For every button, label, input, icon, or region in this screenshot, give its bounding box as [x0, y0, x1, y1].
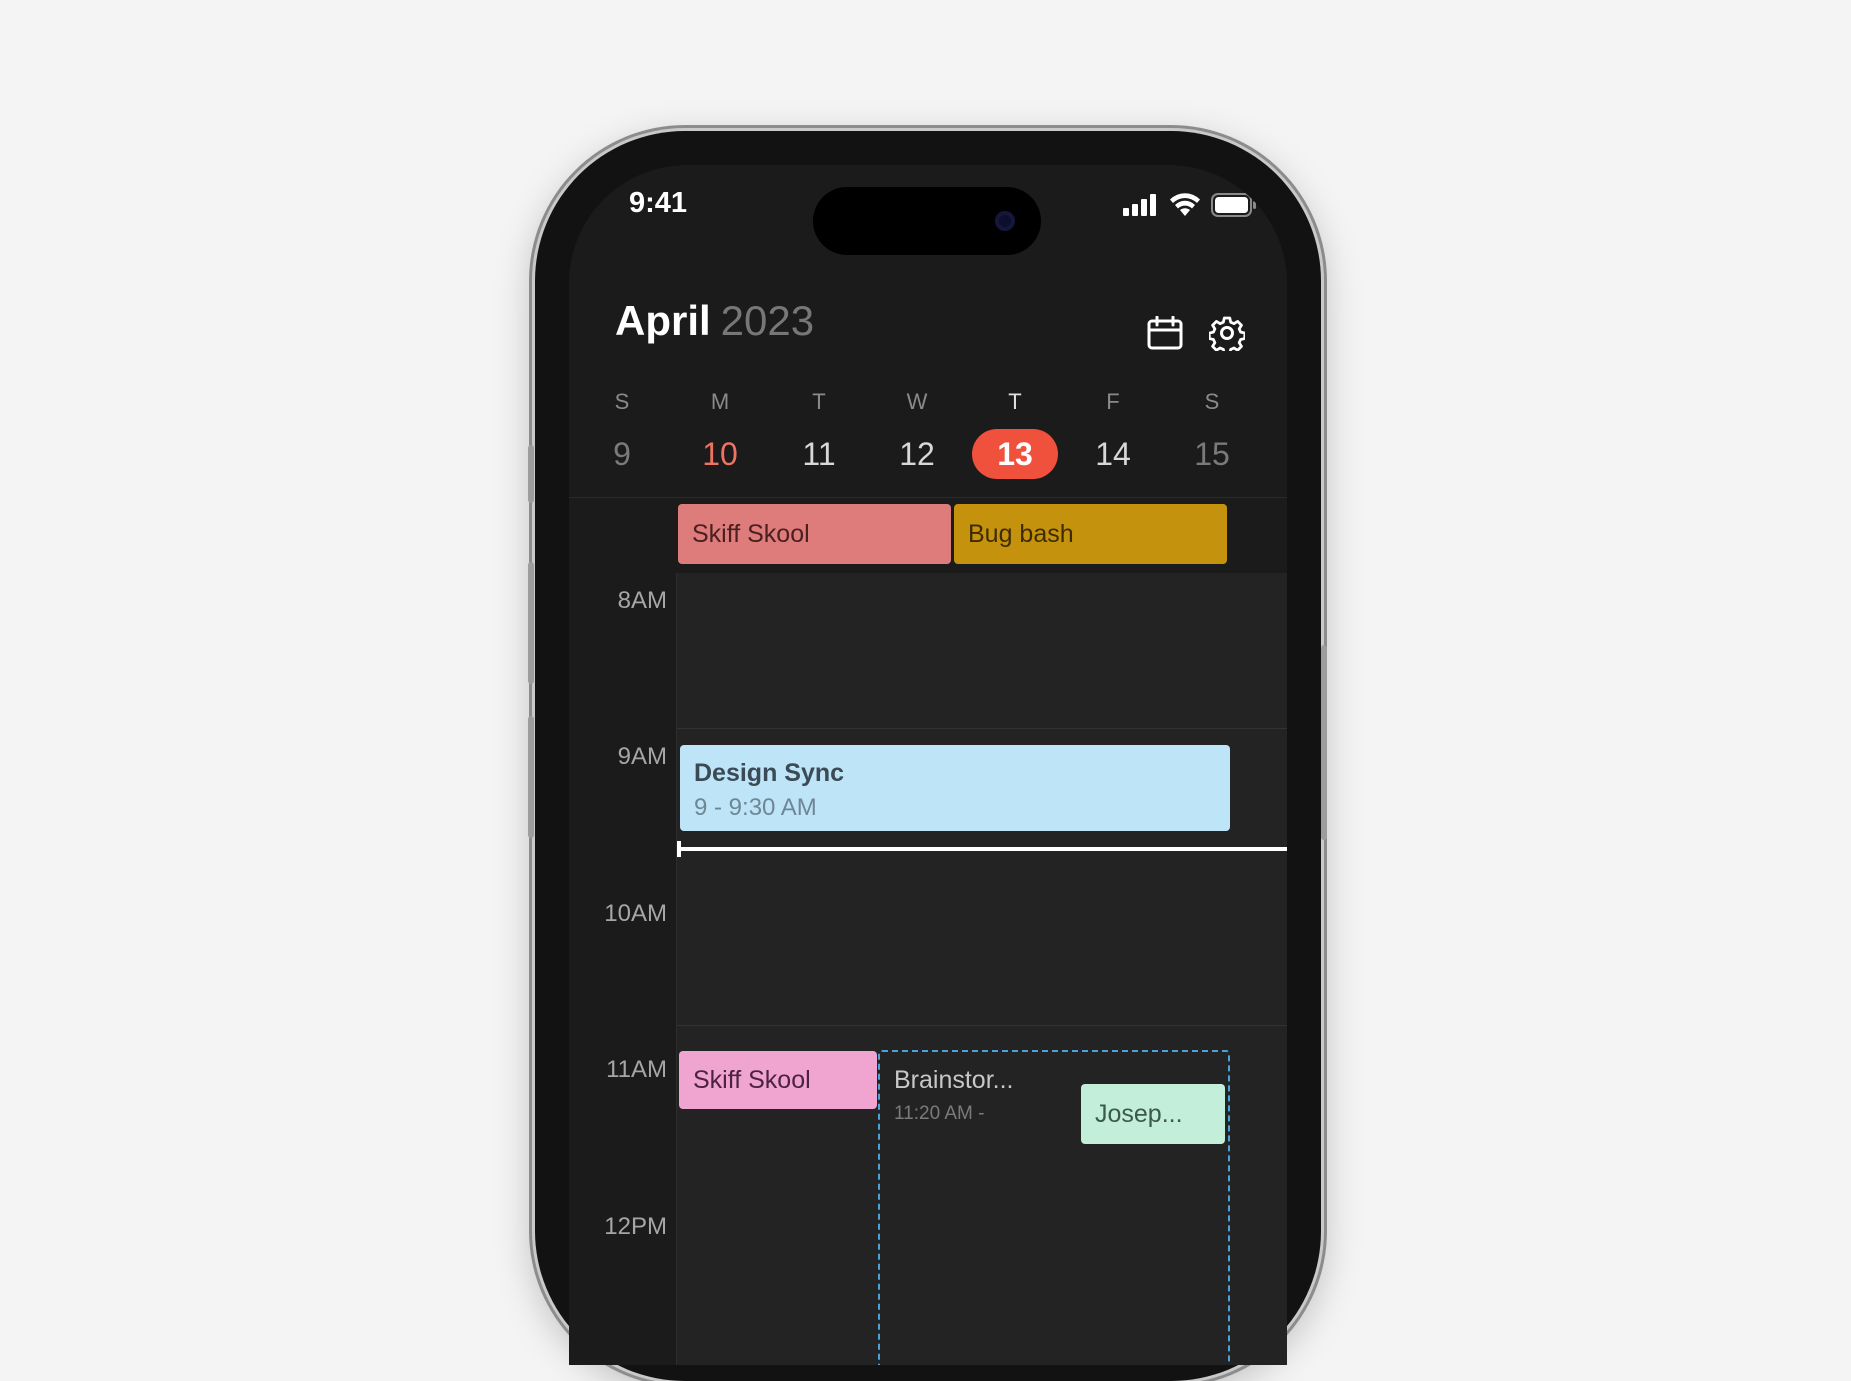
day-date: 15: [1194, 436, 1230, 472]
day-letter: F: [1106, 389, 1120, 414]
gear-icon: [1209, 316, 1245, 351]
day-sunday[interactable]: S 9: [573, 385, 671, 495]
hour-label: 9AM: [617, 743, 667, 770]
power-button: [1321, 645, 1327, 840]
day-letter: T: [812, 389, 826, 414]
status-bar: 9:41: [569, 165, 1287, 255]
day-letter: M: [710, 389, 730, 414]
day-friday[interactable]: F 14: [1064, 385, 1162, 495]
event-joseph[interactable]: Josep...: [1081, 1084, 1225, 1144]
day-letter: S: [614, 389, 630, 414]
current-time-indicator: [677, 841, 1287, 857]
day-tuesday[interactable]: T 11: [770, 385, 868, 495]
event-skiff-skool[interactable]: Skiff Skool: [679, 1051, 877, 1109]
week-strip: S 9 M 10 T 11 W 12 T 13 F 14 S 15: [569, 385, 1287, 495]
hour-label: 11AM: [606, 1056, 667, 1083]
hour-label: 10AM: [604, 900, 667, 927]
time-gutter: [569, 573, 676, 1365]
calendar-icon: [1147, 316, 1183, 350]
calendar-view-button[interactable]: [1143, 311, 1187, 355]
settings-button[interactable]: [1205, 311, 1249, 355]
page-title: April 2023: [615, 297, 814, 345]
all-day-event-bug-bash[interactable]: Bug bash: [954, 504, 1227, 564]
action-button: [528, 445, 534, 503]
day-date: 11: [802, 436, 836, 472]
phone-screen: 9:41 April 2023 S 9 M 10 T 11 W 12 T 13 …: [569, 165, 1287, 1365]
hour-label: 12PM: [604, 1213, 667, 1240]
current-time-marker: [677, 841, 681, 857]
day-date: 12: [899, 436, 935, 472]
wifi-icon: [1170, 193, 1200, 216]
dynamic-island: [813, 187, 1041, 255]
day-timeline: 8AM 9AM 10AM 11AM 12PM Design Sync 9 - 9…: [569, 573, 1287, 1365]
camera-icon: [995, 211, 1015, 231]
events-grid[interactable]: Design Sync 9 - 9:30 AM Skiff Skool Brai…: [676, 573, 1287, 1365]
year-label: 2023: [720, 297, 815, 344]
hour-divider: [677, 728, 1287, 729]
month-label: April: [615, 297, 711, 344]
battery-icon: [1211, 193, 1256, 217]
day-wednesday[interactable]: W 12: [868, 385, 966, 495]
hour-label: 8AM: [617, 587, 667, 614]
day-letter: W: [906, 389, 928, 414]
status-time: 9:41: [629, 187, 688, 219]
all-day-events: Skiff Skool Bug bash: [569, 497, 1287, 573]
calendar-header: April 2023: [569, 275, 1287, 355]
event-time: 9 - 9:30 AM: [694, 794, 817, 821]
day-monday[interactable]: M 10: [671, 385, 769, 495]
hour-divider: [677, 1025, 1287, 1026]
day-date: 14: [1095, 436, 1131, 472]
signal-icon: [1123, 194, 1156, 216]
day-letter: T: [1008, 389, 1022, 414]
day-thursday[interactable]: T 13: [966, 385, 1064, 495]
day-date: 9: [613, 436, 631, 472]
day-letter: S: [1204, 389, 1220, 414]
day-date-selected: 10: [702, 436, 738, 472]
event-design-sync[interactable]: Design Sync 9 - 9:30 AM: [680, 745, 1230, 831]
event-title: Design Sync: [694, 759, 845, 787]
volume-up-button: [528, 562, 534, 684]
day-saturday[interactable]: S 15: [1163, 385, 1261, 495]
all-day-event-skiff-skool[interactable]: Skiff Skool: [678, 504, 951, 564]
day-date-today: 13: [972, 429, 1058, 479]
volume-down-button: [528, 716, 534, 838]
status-icons: [1123, 193, 1257, 217]
